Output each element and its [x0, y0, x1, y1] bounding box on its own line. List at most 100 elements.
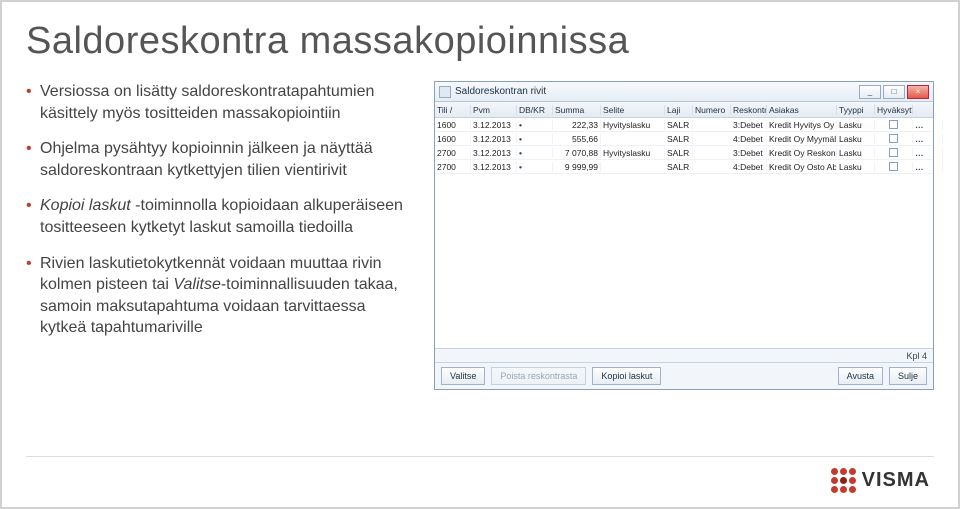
cell-pvm: 3.12.2013	[471, 148, 517, 158]
footer-left-buttons: Valitse Poista reskontrasta Kopioi lasku…	[441, 367, 661, 385]
window-buttons: _ □ ×	[859, 85, 929, 99]
col-laji[interactable]: Laji	[665, 105, 693, 115]
table-row[interactable]: 2700 3.12.2013 • 7 070,88 Hyvityslasku S…	[435, 146, 933, 160]
ellipsis-icon[interactable]: …	[915, 120, 923, 130]
content-row: Versiossa on lisätty saldoreskontratapah…	[26, 81, 934, 390]
asiakas-kind: Kredit	[769, 120, 791, 130]
asiakas-name: Hyvitys Oy	[794, 120, 835, 130]
cell-reskontra: 4:Debet	[731, 162, 767, 172]
ellipsis-icon[interactable]: …	[915, 148, 923, 158]
cell-pvm: 3.12.2013	[471, 134, 517, 144]
checkbox-icon[interactable]	[889, 148, 898, 157]
cell-hyvaksytty[interactable]	[875, 134, 913, 143]
cell-asiakas: Kredit Oy Osto Ab	[767, 162, 837, 172]
table-row[interactable]: 1600 3.12.2013 • 555,66 SALR 4:Debet Kre…	[435, 132, 933, 146]
cell-reskontra: 4:Debet	[731, 134, 767, 144]
close-button[interactable]: ×	[907, 85, 929, 99]
cell-dbkr[interactable]: •	[517, 162, 553, 172]
more-icon[interactable]: •	[519, 148, 521, 158]
cell-laji: SALR	[665, 134, 693, 144]
col-hyvaksytty[interactable]: Hyväksytty	[875, 105, 913, 115]
status-strip: Kpl 4	[435, 348, 933, 362]
cell-tyyppi: Lasku	[837, 134, 875, 144]
kopioi-laskut-button[interactable]: Kopioi laskut	[592, 367, 661, 385]
more-icon[interactable]: •	[519, 162, 521, 172]
window-title: Saldoreskontran rivit	[455, 86, 859, 97]
emphasis: Kopioi laskut	[40, 197, 131, 214]
cell-laji: SALR	[665, 148, 693, 158]
cell-tyyppi: Lasku	[837, 162, 875, 172]
titlebar[interactable]: Saldoreskontran rivit _ □ ×	[435, 82, 933, 102]
app-window: Saldoreskontran rivit _ □ × Tili / Pvm D…	[434, 81, 934, 390]
poista-reskontrasta-button[interactable]: Poista reskontrasta	[491, 367, 586, 385]
divider	[26, 456, 934, 457]
cell-asiakas: Kredit Hyvitys Oy	[767, 120, 837, 130]
col-dbkr[interactable]: DB/KR	[517, 105, 553, 115]
ellipsis-icon[interactable]: …	[915, 134, 923, 144]
sulje-button[interactable]: Sulje	[889, 367, 927, 385]
table-row[interactable]: 1600 3.12.2013 • 222,33 Hyvityslasku SAL…	[435, 118, 933, 132]
cell-pvm: 3.12.2013	[471, 120, 517, 130]
valitse-button[interactable]: Valitse	[441, 367, 485, 385]
col-reskontra[interactable]: Reskontra	[731, 105, 767, 115]
more-icon[interactable]: •	[519, 120, 521, 130]
cell-dbkr[interactable]: •	[517, 148, 553, 158]
bullet-item: Ohjelma pysähtyy kopioinnin jälkeen ja n…	[26, 138, 414, 181]
checkbox-icon[interactable]	[889, 134, 898, 143]
cell-hyvaksytty[interactable]	[875, 162, 913, 171]
cell-summa: 555,66	[553, 134, 601, 144]
asiakas-name: Oy Myymälä Ab	[794, 134, 837, 144]
cell-dbkr[interactable]: •	[517, 134, 553, 144]
grid-body: 1600 3.12.2013 • 222,33 Hyvityslasku SAL…	[435, 118, 933, 348]
cell-summa: 222,33	[553, 120, 601, 130]
ellipsis-icon[interactable]: …	[915, 162, 923, 172]
cell-actions[interactable]: …	[913, 120, 943, 130]
page-title: Saldoreskontra massakopioinnissa	[26, 20, 934, 63]
kpl-value: 4	[922, 351, 927, 361]
col-tili[interactable]: Tili /	[435, 105, 471, 115]
grid-header: Tili / Pvm DB/KR Summa Selite Laji Numer…	[435, 102, 933, 118]
col-pvm[interactable]: Pvm	[471, 105, 517, 115]
slide: Saldoreskontra massakopioinnissa Versios…	[0, 0, 960, 509]
cell-actions[interactable]: …	[913, 134, 943, 144]
cell-actions[interactable]: …	[913, 162, 943, 172]
asiakas-name: Oy Reskontra A	[794, 148, 837, 158]
cell-tili: 2700	[435, 162, 471, 172]
cell-dbkr[interactable]: •	[517, 120, 553, 130]
table-row[interactable]: 2700 3.12.2013 • 9 999,99 SALR 4:Debet K…	[435, 160, 933, 174]
logo-text: VISMA	[862, 469, 930, 492]
col-asiakas[interactable]: Asiakas	[767, 105, 837, 115]
cell-tili: 2700	[435, 148, 471, 158]
cell-laji: SALR	[665, 162, 693, 172]
more-icon[interactable]: •	[519, 134, 521, 144]
maximize-button[interactable]: □	[883, 85, 905, 99]
cell-hyvaksytty[interactable]	[875, 120, 913, 129]
col-numero[interactable]: Numero	[693, 105, 731, 115]
cell-tili: 1600	[435, 120, 471, 130]
checkbox-icon[interactable]	[889, 162, 898, 171]
cell-asiakas: Kredit Oy Reskontra A	[767, 148, 837, 158]
avusta-button[interactable]: Avusta	[838, 367, 883, 385]
col-selite[interactable]: Selite	[601, 105, 665, 115]
col-summa[interactable]: Summa	[553, 105, 601, 115]
col-tyyppi[interactable]: Tyyppi	[837, 105, 875, 115]
cell-hyvaksytty[interactable]	[875, 148, 913, 157]
cell-tyyppi: Lasku	[837, 148, 875, 158]
bullet-text: Ohjelma pysähtyy kopioinnin jälkeen ja n…	[40, 140, 373, 179]
brand-logo: VISMA	[831, 468, 930, 493]
cell-laji: SALR	[665, 120, 693, 130]
cell-asiakas: Kredit Oy Myymälä Ab	[767, 134, 837, 144]
cell-actions[interactable]: …	[913, 148, 943, 158]
bullet-item: Rivien laskutietokytkennät voidaan muutt…	[26, 253, 414, 339]
cell-summa: 7 070,88	[553, 148, 601, 158]
cell-tili: 1600	[435, 134, 471, 144]
asiakas-name: Oy Osto Ab	[794, 162, 837, 172]
emphasis: Valitse	[173, 276, 220, 293]
checkbox-icon[interactable]	[889, 120, 898, 129]
kpl-label: Kpl	[906, 351, 919, 361]
logo-dots-icon	[831, 468, 856, 493]
minimize-button[interactable]: _	[859, 85, 881, 99]
cell-pvm: 3.12.2013	[471, 162, 517, 172]
window-footer: Valitse Poista reskontrasta Kopioi lasku…	[435, 362, 933, 389]
asiakas-kind: Kredit	[769, 134, 791, 144]
